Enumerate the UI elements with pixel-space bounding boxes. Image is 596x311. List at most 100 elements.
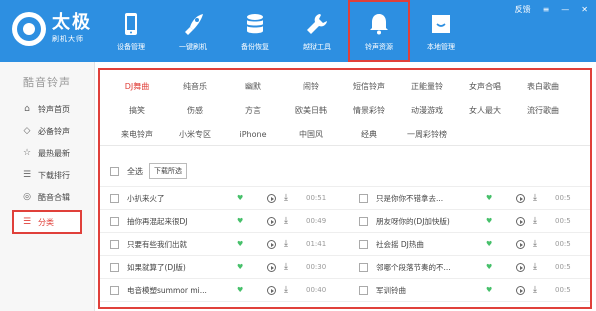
song-duration: 00:5 [555,240,571,248]
category-item[interactable]: 欧美日韩 [282,105,340,116]
category-item[interactable]: 动漫游戏 [398,105,456,116]
nav-backup-restore[interactable]: 备份恢复 [224,0,286,62]
song-name[interactable]: 邻哪个段落节奏的不... [376,262,484,273]
nav-local-manage[interactable]: 本地管理 [410,0,472,62]
heart-icon[interactable]: ♥ [237,194,267,202]
category-item[interactable]: 纯音乐 [166,81,224,92]
song-column-left: 小扒来火了 ♥ ⤓ 00:51 抽你再混起来很DJ ♥ ⤓ 00:49 只要有些… [100,187,345,302]
play-icon[interactable] [516,193,525,203]
heart-icon[interactable]: ♥ [486,240,516,248]
song-name[interactable]: 朋友呀你的(DJ加快版) [376,216,484,227]
song-name[interactable]: 小扒来火了 [127,193,235,204]
category-item[interactable]: 来电铃声 [108,129,166,140]
play-icon[interactable] [267,216,276,226]
download-icon[interactable]: ⤓ [284,193,292,203]
download-icon[interactable]: ⤓ [284,262,292,272]
song-name[interactable]: 抽你再混起来很DJ [127,216,235,227]
song-checkbox[interactable] [110,193,119,203]
menu-icon[interactable]: ≡ [543,5,550,14]
download-icon[interactable]: ⤓ [284,239,292,249]
category-item[interactable]: 正能量铃 [398,81,456,92]
play-icon[interactable] [267,285,276,295]
song-checkbox[interactable] [110,262,119,272]
heart-icon[interactable]: ♥ [486,286,516,294]
category-item[interactable]: 一周彩铃榜 [398,129,456,140]
category-item[interactable]: 流行歌曲 [514,105,572,116]
category-item[interactable]: 表白歌曲 [514,81,572,92]
close-icon[interactable]: ✕ [581,5,588,14]
download-icon[interactable]: ⤓ [533,216,541,226]
play-icon[interactable] [267,262,276,272]
nav-one-click-flash[interactable]: 一键刷机 [162,0,224,62]
sidebar-item-essential[interactable]: ◇ 必备铃声 [0,120,94,142]
category-dj[interactable]: DJ舞曲 [108,81,166,92]
heart-icon[interactable]: ♥ [237,263,267,271]
list-item: 社会摇 DJ热曲 ♥ ⤓ 00:5 [345,233,590,256]
category-item[interactable]: 闹铃 [282,81,340,92]
nav-ringtone-resources[interactable]: 铃声资源 [348,0,410,62]
category-item[interactable]: 情景彩铃 [340,105,398,116]
play-icon[interactable] [267,239,276,249]
song-name[interactable]: 如果就算了(DJ版) [127,262,235,273]
category-item[interactable]: 小米专区 [166,129,224,140]
download-icon[interactable]: ⤓ [533,193,541,203]
category-item[interactable]: 女声合唱 [456,81,514,92]
category-item[interactable]: 搞笑 [108,105,166,116]
nav-jailbreak-tools[interactable]: 越狱工具 [286,0,348,62]
sidebar: 酷音铃声 ⌂ 铃声首页 ◇ 必备铃声 ☆ 最热最新 ☰ 下载排行 ◎ 酷音合辑 … [0,62,95,311]
window-controls: 反馈 ≡ — ✕ [515,4,588,15]
bell-icon [370,14,388,35]
sidebar-item-download-rank[interactable]: ☰ 下载排行 [0,164,94,186]
category-item[interactable]: 幽默 [224,81,282,92]
category-item[interactable]: 伤感 [166,105,224,116]
song-name[interactable]: 电音模塑summor mi... [127,285,235,296]
play-icon[interactable] [516,262,525,272]
song-checkbox[interactable] [359,285,368,295]
song-checkbox[interactable] [359,193,368,203]
minimize-icon[interactable]: — [561,5,569,14]
song-checkbox[interactable] [359,239,368,249]
sidebar-item-collections[interactable]: ◎ 酷音合辑 [0,186,94,208]
database-icon [247,14,263,34]
play-icon[interactable] [516,216,525,226]
feedback-link[interactable]: 反馈 [515,4,531,15]
category-grid: DJ舞曲 纯音乐 幽默 闹铃 短信铃声 正能量铃 女声合唱 表白歌曲 搞笑 伤感… [100,70,590,146]
category-item[interactable]: 短信铃声 [340,81,398,92]
download-icon[interactable]: ⤓ [533,262,541,272]
play-icon[interactable] [516,285,525,295]
category-item[interactable]: 经典 [340,129,398,140]
download-icon[interactable]: ⤓ [284,216,292,226]
select-all-checkbox[interactable] [110,166,119,176]
heart-icon[interactable]: ♥ [486,263,516,271]
song-name[interactable]: 社会摇 DJ热曲 [376,239,484,250]
song-checkbox[interactable] [359,262,368,272]
song-checkbox[interactable] [110,285,119,295]
play-icon[interactable] [267,193,276,203]
download-selected-button[interactable]: 下载所选 [149,163,187,179]
download-icon[interactable]: ⤓ [533,239,541,249]
sidebar-item-label: 最热最新 [38,148,70,158]
sidebar-item-hot-new[interactable]: ☆ 最热最新 [0,142,94,164]
heart-icon[interactable]: ♥ [237,286,267,294]
download-icon[interactable]: ⤓ [533,285,541,295]
heart-icon[interactable]: ♥ [237,240,267,248]
sidebar-item-home[interactable]: ⌂ 铃声首页 [0,98,94,120]
song-name[interactable]: 军训铃曲 [376,285,484,296]
song-checkbox[interactable] [110,239,119,249]
select-all-label[interactable]: 全选 [127,166,143,177]
song-name[interactable]: 只要有些我们出就 [127,239,235,250]
category-item[interactable]: 中国风 [282,129,340,140]
song-checkbox[interactable] [359,216,368,226]
heart-icon[interactable]: ♥ [237,217,267,225]
category-item[interactable]: iPhone [224,130,282,139]
heart-icon[interactable]: ♥ [486,217,516,225]
download-icon[interactable]: ⤓ [284,285,292,295]
play-icon[interactable] [516,239,525,249]
song-name[interactable]: 只是你你不错拿去... [376,193,484,204]
song-checkbox[interactable] [110,216,119,226]
sidebar-item-category[interactable]: ☰ 分类 [12,210,82,234]
nav-device-manage[interactable]: 设备管理 [100,0,162,62]
heart-icon[interactable]: ♥ [486,194,516,202]
category-item[interactable]: 方言 [224,105,282,116]
category-item[interactable]: 女人最大 [456,105,514,116]
